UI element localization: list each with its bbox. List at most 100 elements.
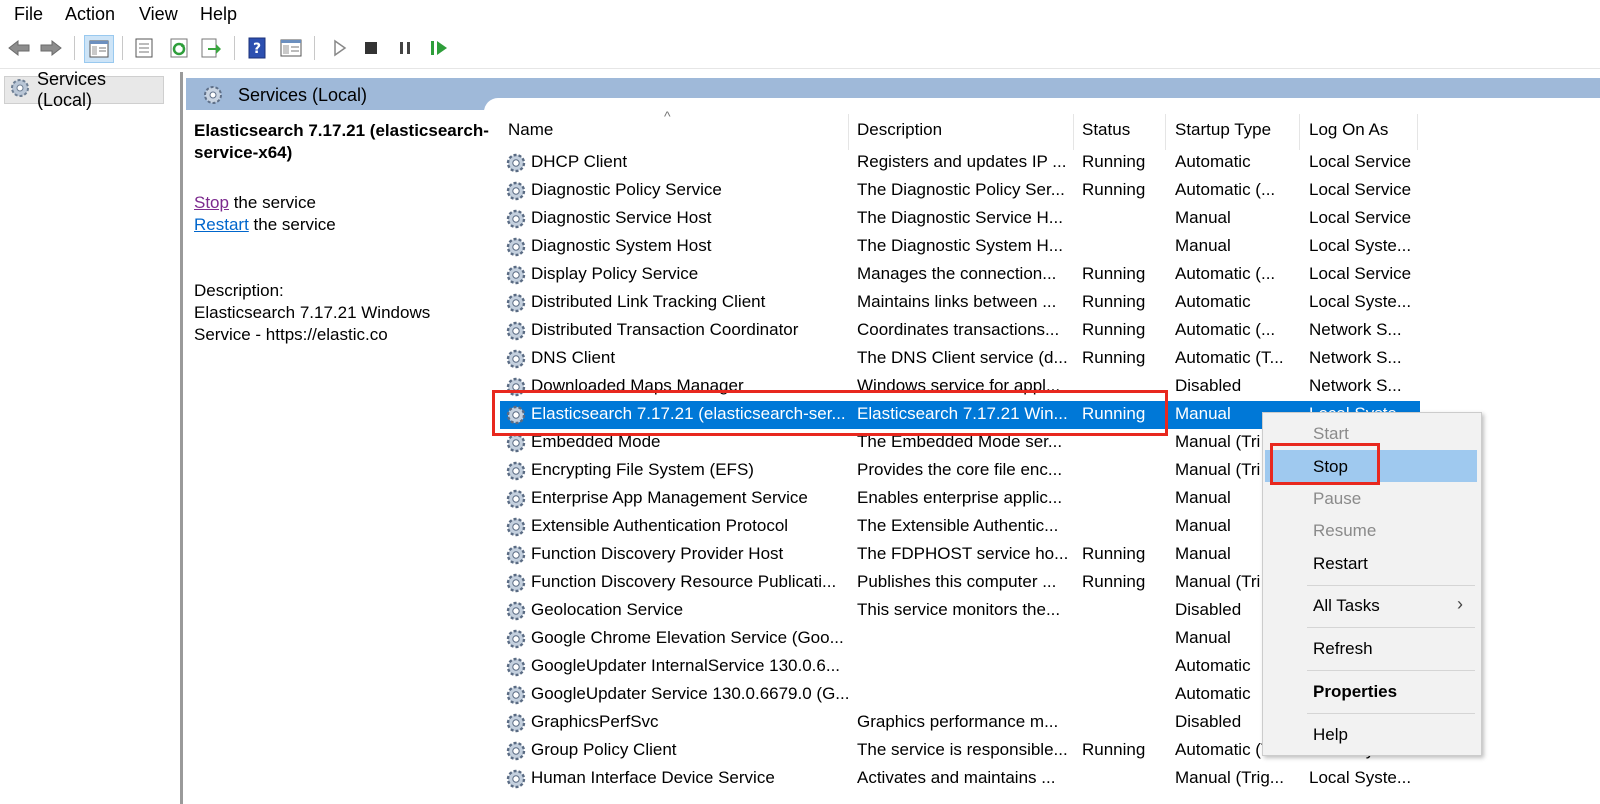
resume-icon[interactable] <box>426 35 452 61</box>
tree-item-label: Services (Local) <box>37 69 107 110</box>
service-gear-icon <box>504 291 528 320</box>
cell-name: Diagnostic System Host <box>531 236 712 255</box>
column-header-description[interactable]: Description <box>857 120 942 148</box>
svg-text:?: ? <box>253 41 261 57</box>
cell-status: Running <box>1082 292 1146 311</box>
restart-suffix: the service <box>248 215 336 234</box>
cell-startup-type: Automatic (... <box>1175 180 1276 199</box>
cell-status: Running <box>1082 572 1146 591</box>
cell-name: DNS Client <box>531 348 616 367</box>
pause-icon[interactable] <box>392 35 418 61</box>
cell-description: This service monitors the... <box>857 600 1061 619</box>
tree-item-services-local[interactable]: Services (Local) <box>4 69 164 110</box>
cell-description: Enables enterprise applic... <box>857 488 1063 507</box>
cell-name: DHCP Client <box>531 152 628 171</box>
restart-service-link[interactable]: Restart <box>194 215 249 234</box>
menu-item-resume[interactable]: Resume <box>1265 514 1477 546</box>
service-gear-icon <box>504 543 528 572</box>
menu-view[interactable]: View <box>139 4 178 25</box>
cell-log-on-as: Local Syste... <box>1309 292 1412 311</box>
properties-icon[interactable] <box>131 35 157 61</box>
menu-item-all-tasks[interactable]: All Tasks › <box>1265 589 1477 621</box>
menu-help[interactable]: Help <box>200 4 237 25</box>
cell-description: The service is responsible... <box>857 740 1068 759</box>
cell-startup-type: Manual (Trig... <box>1175 768 1284 787</box>
table-row[interactable]: DHCP Client Registers and updates IP ... R… <box>500 149 1420 177</box>
help-icon[interactable]: ? <box>244 35 270 61</box>
cell-name: GoogleUpdater Service 130.0.6679.0 (G... <box>531 684 850 703</box>
table-row[interactable]: Diagnostic Policy Service The Diagnostic … <box>500 177 1420 205</box>
stop-service-link[interactable]: Stop <box>194 193 229 212</box>
cell-log-on-as: Network S... <box>1309 376 1402 395</box>
cell-description: Activates and maintains ... <box>857 768 1056 787</box>
cell-status: Running <box>1082 320 1146 339</box>
services-gear-icon <box>9 77 31 104</box>
cell-name: Google Chrome Elevation Service (Goo... <box>531 628 844 647</box>
console-icon[interactable] <box>278 35 304 61</box>
menu-item-refresh[interactable]: Refresh <box>1265 632 1477 664</box>
cell-name: Function Discovery Provider Host <box>531 544 784 563</box>
menu-item-properties[interactable]: Properties <box>1265 675 1477 707</box>
cell-description: Coordinates transactions... <box>857 320 1060 339</box>
column-header-log-on-as[interactable]: Log On As <box>1309 120 1388 148</box>
cell-name: Diagnostic Service Host <box>531 208 712 227</box>
refresh-icon[interactable] <box>166 35 192 61</box>
table-row[interactable]: Display Policy Service Manages the connec… <box>500 261 1420 289</box>
table-row[interactable]: Diagnostic Service Host The Diagnostic Se… <box>500 205 1420 233</box>
cell-startup-type: Automatic <box>1175 292 1251 311</box>
menu-item-pause[interactable]: Pause <box>1265 482 1477 514</box>
service-gear-icon <box>504 571 528 600</box>
cell-log-on-as: Local Syste... <box>1309 768 1412 787</box>
cell-startup-type: Automatic (T... <box>1175 348 1284 367</box>
cell-status: Running <box>1082 264 1146 283</box>
cell-name: Human Interface Device Service <box>531 768 775 787</box>
cell-description: Maintains links between ... <box>857 292 1057 311</box>
back-arrow-icon[interactable] <box>6 35 32 61</box>
menu-item-restart[interactable]: Restart <box>1265 547 1477 579</box>
cell-description: Publishes this computer ... <box>857 572 1057 591</box>
console-tree: Services (Local) <box>0 69 183 804</box>
service-gear-icon <box>504 235 528 264</box>
cell-description: Provides the core file enc... <box>857 460 1063 479</box>
export-icon[interactable] <box>198 35 224 61</box>
service-gear-icon <box>504 319 528 348</box>
service-gear-icon <box>504 459 528 488</box>
description-label: Description: <box>194 281 284 300</box>
stop-icon[interactable] <box>358 35 384 61</box>
highlight-selected-row <box>492 390 1168 436</box>
service-title: Elasticsearch 7.17.21 (elasticsearch-ser… <box>194 121 489 162</box>
description-text: Elasticsearch 7.17.21 Windows Service - … <box>194 303 431 344</box>
table-row[interactable]: DNS Client The DNS Client service (d... Ru… <box>500 345 1420 373</box>
menu-action[interactable]: Action <box>65 4 115 25</box>
forward-arrow-icon[interactable] <box>38 35 64 61</box>
show-tree-icon[interactable] <box>84 35 114 63</box>
service-gear-icon <box>504 655 528 684</box>
service-gear-icon <box>504 683 528 712</box>
cell-description: Registers and updates IP ... <box>857 152 1067 171</box>
content-header-title: Services (Local) <box>238 85 368 105</box>
column-header-status[interactable]: Status <box>1082 120 1130 148</box>
service-gear-icon <box>504 739 528 768</box>
menu-item-help[interactable]: Help <box>1265 718 1477 750</box>
service-gear-icon <box>504 627 528 656</box>
cell-log-on-as: Network S... <box>1309 320 1402 339</box>
table-row[interactable]: Human Interface Device Service Activates … <box>500 765 1420 793</box>
start-icon[interactable] <box>326 35 352 61</box>
column-header-name[interactable]: Name <box>508 120 553 148</box>
menu-file[interactable]: File <box>14 4 43 25</box>
table-row[interactable]: Diagnostic System Host The Diagnostic Sys… <box>500 233 1420 261</box>
cell-startup-type: Automatic <box>1175 152 1251 171</box>
cell-description: The DNS Client service (d... <box>857 348 1068 367</box>
service-gear-icon <box>504 711 528 740</box>
table-row[interactable]: Distributed Link Tracking Client Maintain… <box>500 289 1420 317</box>
toolbar: ? <box>0 30 1600 69</box>
cell-description: The Diagnostic Policy Ser... <box>857 180 1065 199</box>
service-gear-icon <box>504 151 528 180</box>
cell-log-on-as: Local Service <box>1309 208 1412 227</box>
cell-name: GoogleUpdater InternalService 130.0.6... <box>531 656 841 675</box>
chevron-right-icon: › <box>1457 594 1463 614</box>
cell-name: Encrypting File System (EFS) <box>531 460 754 479</box>
cell-startup-type: Disabled <box>1175 376 1242 395</box>
column-header-startup-type[interactable]: Startup Type <box>1175 120 1271 148</box>
table-row[interactable]: Distributed Transaction Coordinator Coord… <box>500 317 1420 345</box>
